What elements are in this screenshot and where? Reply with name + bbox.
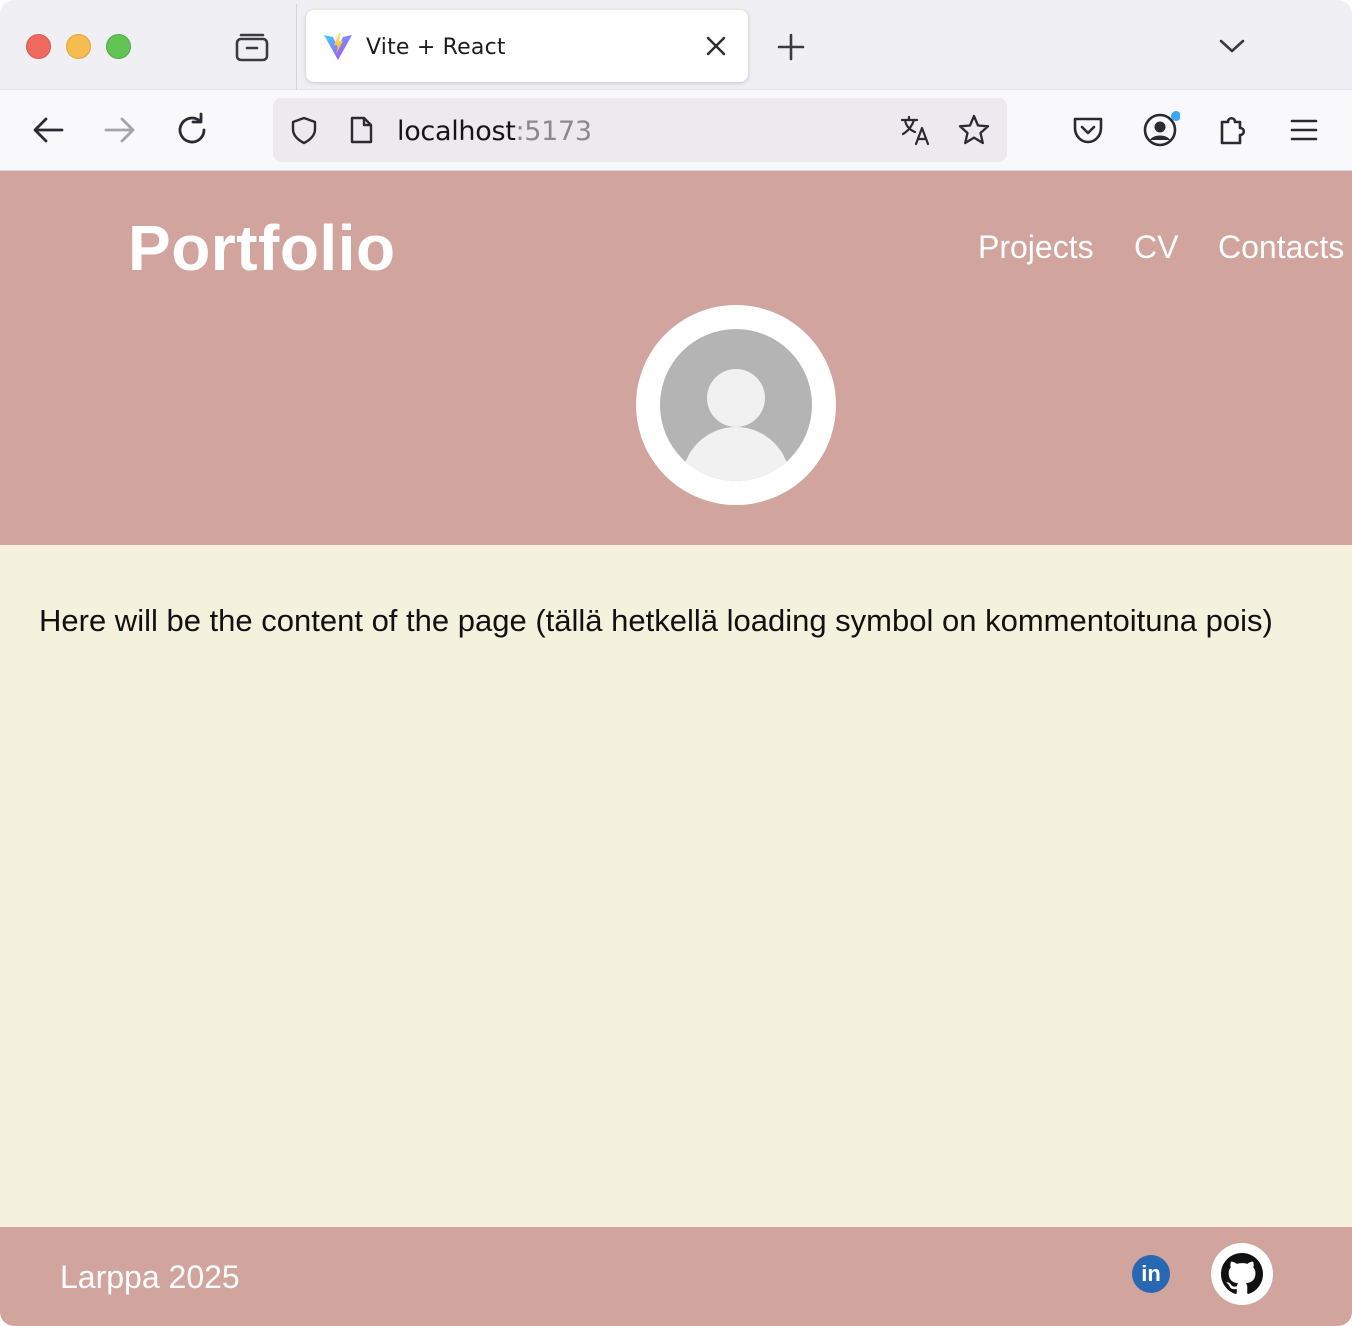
nav-link-projects[interactable]: Projects: [978, 229, 1094, 266]
chevron-down-icon[interactable]: [1216, 30, 1248, 62]
arrow-right-icon[interactable]: [100, 110, 140, 150]
tab-bar: Vite + React: [0, 0, 1352, 90]
url-host: localhost: [397, 116, 516, 147]
url-port: :5173: [515, 116, 593, 147]
star-icon[interactable]: [957, 113, 991, 147]
arrow-left-icon[interactable]: [28, 110, 68, 150]
shield-icon[interactable]: [289, 115, 319, 145]
url-text[interactable]: localhost:5173: [397, 116, 592, 147]
browser-window: Vite + React localhost:5173 Portfolio Pr…: [0, 0, 1352, 1326]
footer-copyright: Larppa 2025: [60, 1259, 240, 1295]
nav-link-contacts[interactable]: Contacts: [1218, 229, 1344, 266]
vite-logo-icon: [322, 30, 354, 62]
web-page: Portfolio Projects CV Contacts Here will…: [0, 171, 1352, 1326]
site-footer: Larppa 2025 in: [0, 1227, 1352, 1326]
pocket-icon[interactable]: [1068, 110, 1108, 150]
maximize-window-button[interactable]: [106, 34, 131, 59]
minimize-window-button[interactable]: [66, 34, 91, 59]
puzzle-icon[interactable]: [1213, 110, 1253, 150]
tab-list-icon[interactable]: [234, 30, 270, 64]
page-content-text: Here will be the content of the page (tä…: [39, 603, 1273, 638]
site-brand[interactable]: Portfolio: [128, 211, 396, 285]
reload-icon[interactable]: [172, 110, 212, 150]
translate-icon[interactable]: [899, 113, 933, 147]
nav-link-cv[interactable]: CV: [1134, 229, 1178, 266]
plus-icon[interactable]: [774, 30, 808, 64]
tab-title: Vite + React: [366, 35, 506, 60]
url-bar[interactable]: localhost:5173: [273, 98, 1007, 162]
navigation-toolbar: localhost:5173: [0, 90, 1352, 171]
linkedin-icon[interactable]: in: [1132, 1255, 1170, 1293]
github-icon[interactable]: [1211, 1243, 1273, 1305]
account-icon[interactable]: [1140, 110, 1181, 150]
avatar-frame: [636, 305, 836, 505]
close-icon[interactable]: [702, 32, 730, 60]
avatar: [660, 329, 812, 481]
page-icon[interactable]: [347, 115, 375, 145]
site-header: Portfolio Projects CV Contacts: [0, 171, 1352, 545]
close-window-button[interactable]: [26, 34, 51, 59]
hamburger-menu-icon[interactable]: [1284, 110, 1324, 150]
tab-active[interactable]: Vite + React: [306, 10, 748, 82]
tab-separator: [296, 4, 297, 90]
